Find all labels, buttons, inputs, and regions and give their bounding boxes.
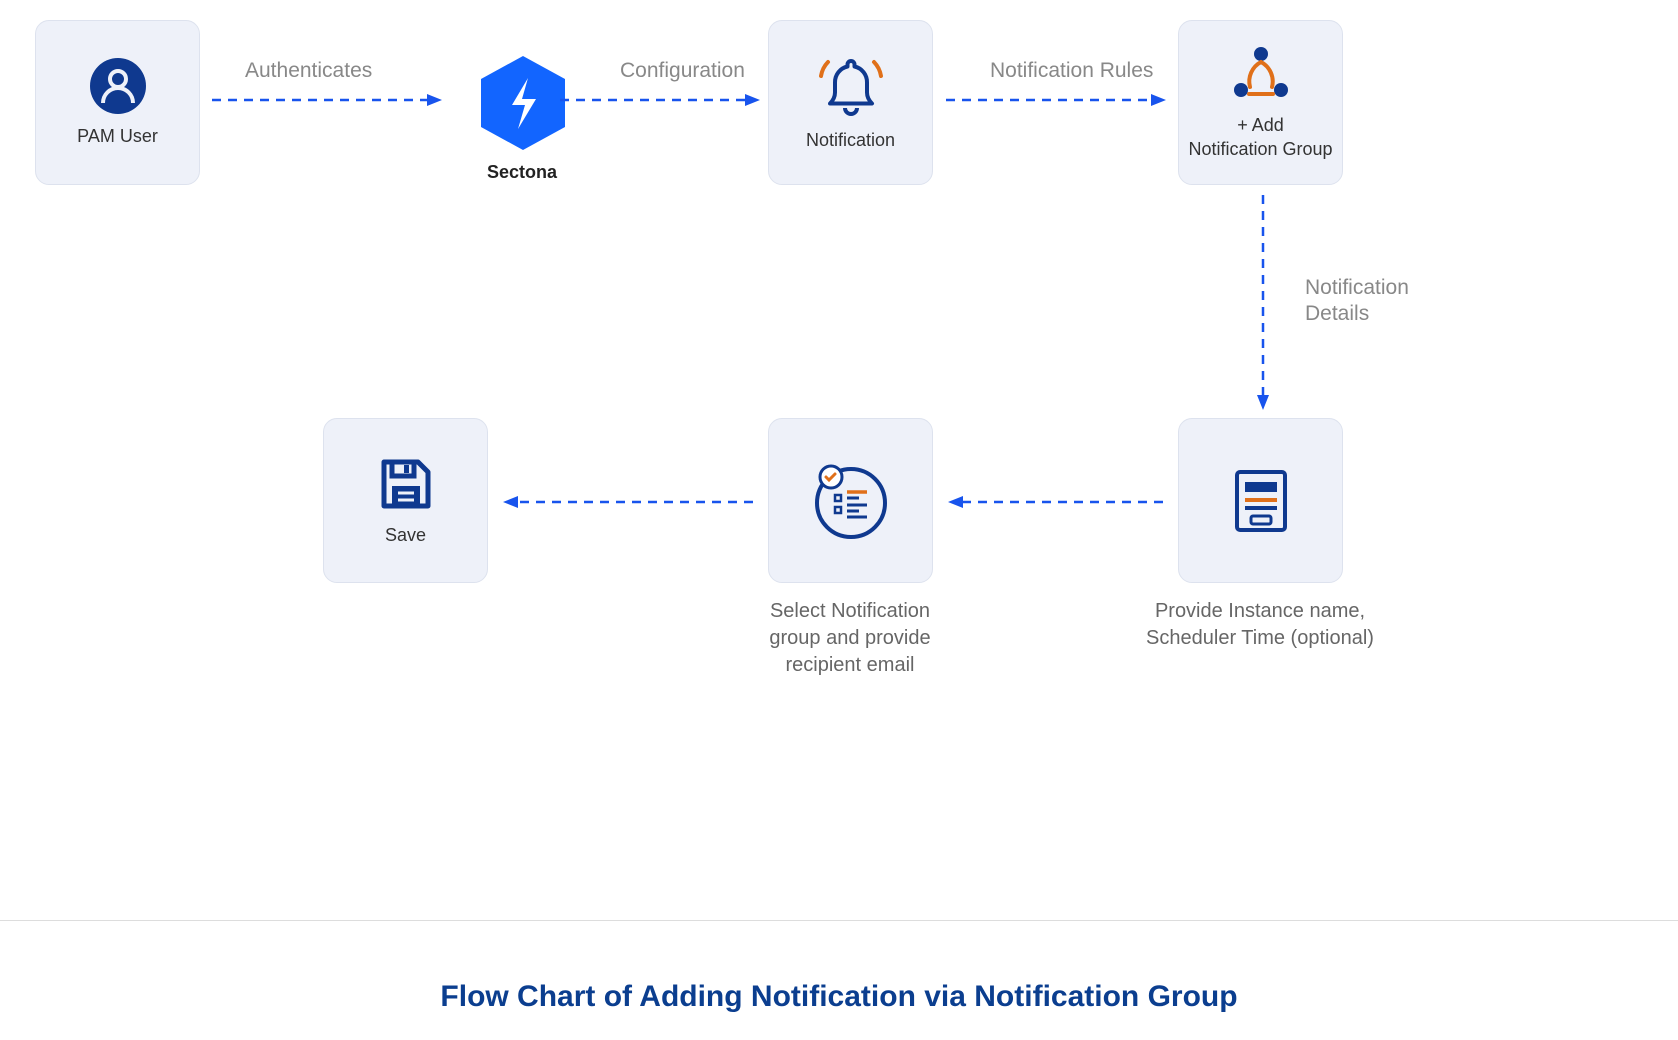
add-group-label: + Add Notification Group [1188,114,1332,161]
user-icon [89,57,147,115]
arrow-authenticates [212,90,442,110]
notification-label: Notification [806,129,895,152]
edge-notification-rules-label: Notification Rules [990,58,1153,84]
edge-authenticates-label: Authenticates [245,58,372,84]
provide-instance-label: Provide Instance name, Scheduler Time (o… [1130,598,1390,652]
save-node: Save [323,418,488,583]
sectona-label: Sectona [487,162,557,183]
provide-instance-node [1178,418,1343,583]
arrow-configuration [560,90,760,110]
pam-user-node: PAM User [35,20,200,185]
arrow-notification-rules [946,90,1166,110]
group-share-icon [1229,44,1293,104]
select-group-label: Select Notification group and provide re… [720,598,980,679]
arrow-notification-details [1253,195,1273,410]
save-label: Save [385,524,426,547]
save-icon [376,454,436,514]
pam-user-label: PAM User [77,125,158,148]
footer-title: Flow Chart of Adding Notification via No… [0,980,1678,1014]
select-group-node [768,418,933,583]
edge-configuration-label: Configuration [620,58,745,84]
arrow-select-to-save [503,492,753,512]
add-notification-group-node: + Add Notification Group [1178,20,1343,185]
bell-icon [816,53,886,119]
arrow-instance-to-select [948,492,1163,512]
notification-node: Notification [768,20,933,185]
edge-notification-details-label: Notification Details [1305,275,1409,328]
form-icon [1231,466,1291,536]
checklist-circle-icon [811,461,891,541]
separator-line [0,920,1678,921]
hexagon-bolt-icon [478,53,568,153]
